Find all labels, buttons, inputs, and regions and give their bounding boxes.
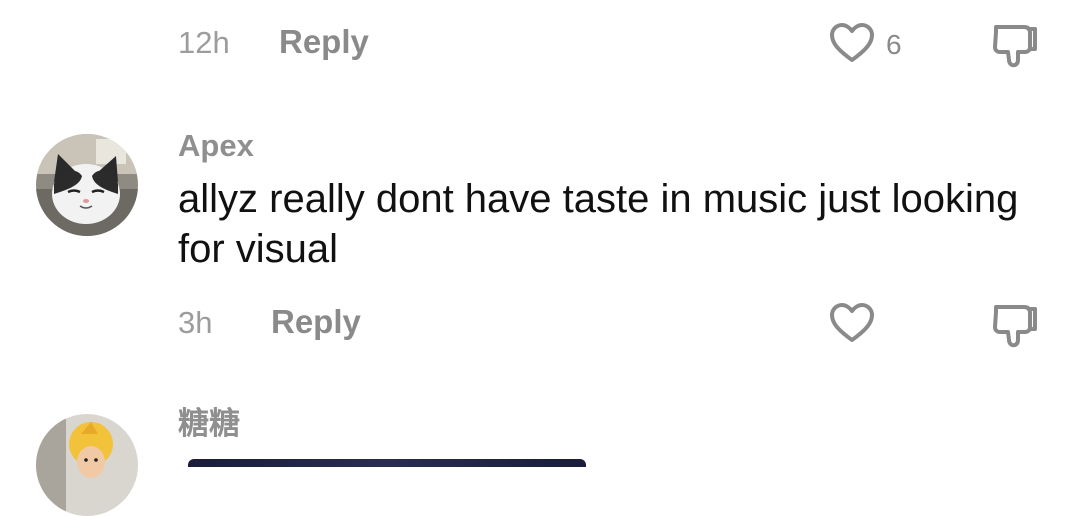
- dislike-icon[interactable]: [991, 22, 1039, 68]
- avatar[interactable]: [36, 134, 138, 236]
- comment-text: allyz really dont have taste in music ju…: [178, 177, 1019, 271]
- attached-media-preview[interactable]: [188, 459, 586, 467]
- like-count: 6: [886, 29, 902, 60]
- reply-button[interactable]: Reply: [271, 305, 361, 338]
- heart-icon[interactable]: [829, 302, 875, 344]
- comment-username[interactable]: Apex: [178, 130, 254, 161]
- comment-username[interactable]: 糖糖: [178, 408, 240, 439]
- reply-button[interactable]: Reply: [279, 25, 369, 58]
- heart-icon[interactable]: [829, 22, 875, 64]
- comment-timestamp: 3h: [178, 305, 213, 340]
- dislike-icon[interactable]: [991, 302, 1039, 348]
- avatar[interactable]: [36, 414, 138, 516]
- comment-timestamp: 12h: [178, 25, 230, 60]
